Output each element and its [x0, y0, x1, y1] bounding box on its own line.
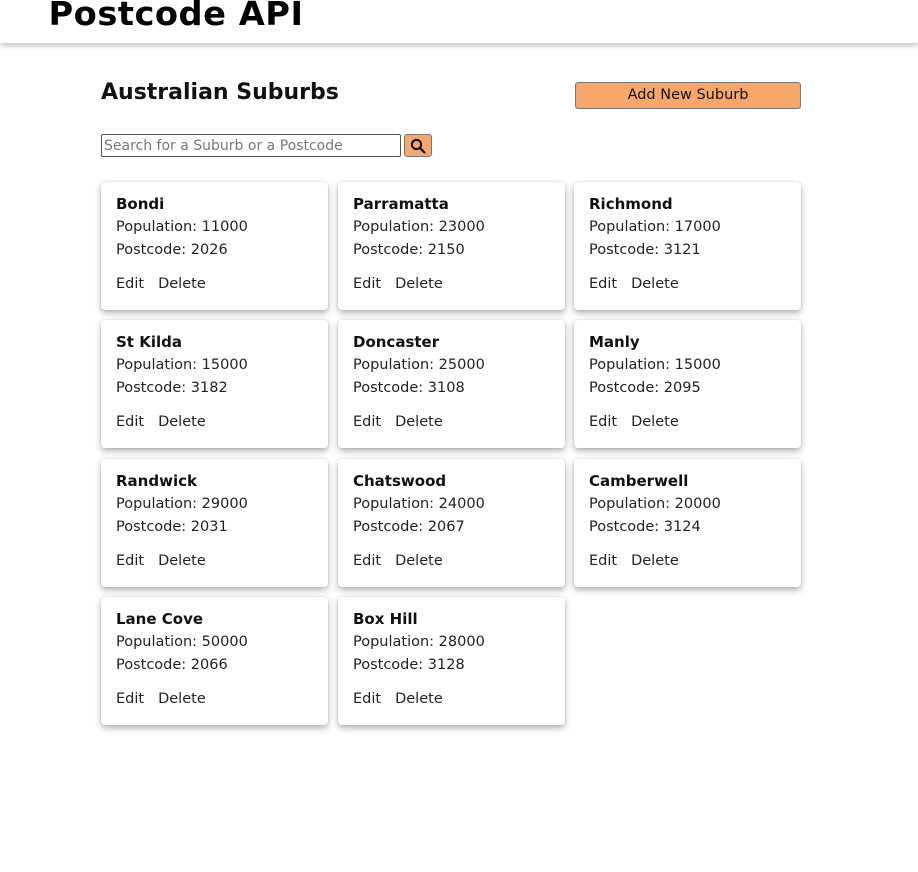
- edit-link[interactable]: Edit: [353, 553, 381, 569]
- suburb-name: Doncaster: [353, 333, 440, 351]
- site-logo[interactable]: Postcode API: [48, 0, 303, 33]
- search-input[interactable]: [101, 134, 401, 157]
- delete-link[interactable]: Delete: [158, 553, 206, 569]
- suburb-population: Population: 15000: [116, 357, 248, 373]
- edit-link[interactable]: Edit: [589, 414, 617, 430]
- card-actions: Edit Delete: [589, 553, 679, 569]
- suburb-card: Manly Population: 15000 Postcode: 2095 E…: [574, 320, 801, 448]
- suburb-name: Parramatta: [353, 195, 449, 213]
- card-actions: Edit Delete: [116, 691, 206, 707]
- card-actions: Edit Delete: [353, 414, 443, 430]
- suburb-card: Richmond Population: 17000 Postcode: 312…: [574, 182, 801, 310]
- suburb-name: Camberwell: [589, 472, 689, 490]
- suburb-postcode: Postcode: 2067: [353, 519, 465, 535]
- suburb-population: Population: 29000: [116, 496, 248, 512]
- suburb-postcode: Postcode: 2150: [353, 242, 465, 258]
- suburb-postcode: Postcode: 3124: [589, 519, 701, 535]
- suburb-card: Randwick Population: 29000 Postcode: 203…: [101, 459, 328, 587]
- delete-link[interactable]: Delete: [395, 691, 443, 707]
- add-suburb-button[interactable]: Add New Suburb: [575, 82, 801, 109]
- edit-link[interactable]: Edit: [589, 553, 617, 569]
- delete-link[interactable]: Delete: [631, 414, 679, 430]
- suburb-postcode: Postcode: 2095: [589, 380, 701, 396]
- suburb-postcode: Postcode: 3121: [589, 242, 701, 258]
- suburb-card: Camberwell Population: 20000 Postcode: 3…: [574, 459, 801, 587]
- suburb-card: Box Hill Population: 28000 Postcode: 312…: [338, 597, 565, 725]
- suburb-population: Population: 24000: [353, 496, 485, 512]
- edit-link[interactable]: Edit: [353, 691, 381, 707]
- card-actions: Edit Delete: [116, 553, 206, 569]
- search-icon: [410, 138, 426, 154]
- suburb-population: Population: 20000: [589, 496, 721, 512]
- suburb-population: Population: 28000: [353, 634, 485, 650]
- suburb-population: Population: 11000: [116, 219, 248, 235]
- card-actions: Edit Delete: [116, 414, 206, 430]
- suburb-name: Chatswood: [353, 472, 447, 490]
- suburb-population: Population: 23000: [353, 219, 485, 235]
- delete-link[interactable]: Delete: [158, 276, 206, 292]
- card-actions: Edit Delete: [116, 276, 206, 292]
- delete-link[interactable]: Delete: [631, 553, 679, 569]
- delete-link[interactable]: Delete: [395, 553, 443, 569]
- suburb-postcode: Postcode: 2066: [116, 657, 228, 673]
- card-actions: Edit Delete: [589, 414, 679, 430]
- edit-link[interactable]: Edit: [116, 414, 144, 430]
- suburb-postcode: Postcode: 2031: [116, 519, 228, 535]
- card-actions: Edit Delete: [589, 276, 679, 292]
- suburb-card: Chatswood Population: 24000 Postcode: 20…: [338, 459, 565, 587]
- edit-link[interactable]: Edit: [116, 276, 144, 292]
- suburb-postcode: Postcode: 3108: [353, 380, 465, 396]
- suburb-postcode: Postcode: 3182: [116, 380, 228, 396]
- suburb-name: St Kilda: [116, 333, 182, 351]
- edit-link[interactable]: Edit: [116, 553, 144, 569]
- card-actions: Edit Delete: [353, 691, 443, 707]
- suburb-name: Bondi: [116, 195, 165, 213]
- suburb-name: Richmond: [589, 195, 673, 213]
- delete-link[interactable]: Delete: [158, 691, 206, 707]
- suburb-population: Population: 50000: [116, 634, 248, 650]
- suburb-population: Population: 17000: [589, 219, 721, 235]
- search-button[interactable]: [404, 134, 432, 157]
- card-actions: Edit Delete: [353, 276, 443, 292]
- suburb-postcode: Postcode: 3128: [353, 657, 465, 673]
- edit-link[interactable]: Edit: [353, 414, 381, 430]
- suburb-card: Bondi Population: 11000 Postcode: 2026 E…: [101, 182, 328, 310]
- suburb-card: Parramatta Population: 23000 Postcode: 2…: [338, 182, 565, 310]
- site-header: Postcode API: [0, 0, 918, 43]
- suburb-name: Manly: [589, 333, 640, 351]
- delete-link[interactable]: Delete: [395, 414, 443, 430]
- card-actions: Edit Delete: [353, 553, 443, 569]
- edit-link[interactable]: Edit: [116, 691, 144, 707]
- page-title: Australian Suburbs: [101, 80, 339, 105]
- suburb-name: Lane Cove: [116, 610, 204, 628]
- suburb-name: Box Hill: [353, 610, 418, 628]
- suburb-population: Population: 25000: [353, 357, 485, 373]
- suburb-postcode: Postcode: 2026: [116, 242, 228, 258]
- delete-link[interactable]: Delete: [395, 276, 443, 292]
- delete-link[interactable]: Delete: [631, 276, 679, 292]
- suburb-population: Population: 15000: [589, 357, 721, 373]
- suburb-card: Doncaster Population: 25000 Postcode: 31…: [338, 320, 565, 448]
- delete-link[interactable]: Delete: [158, 414, 206, 430]
- edit-link[interactable]: Edit: [589, 276, 617, 292]
- suburb-name: Randwick: [116, 472, 197, 490]
- suburb-card: Lane Cove Population: 50000 Postcode: 20…: [101, 597, 328, 725]
- edit-link[interactable]: Edit: [353, 276, 381, 292]
- suburb-card: St Kilda Population: 15000 Postcode: 318…: [101, 320, 328, 448]
